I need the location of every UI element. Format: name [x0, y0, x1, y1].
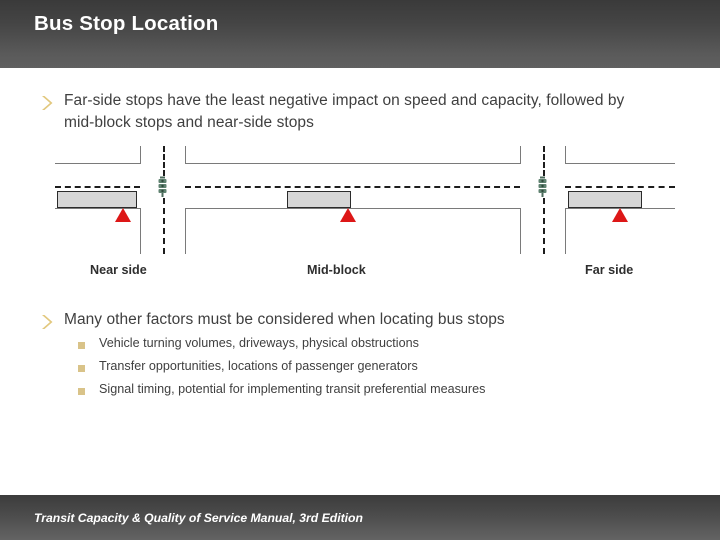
bus-stop-triangle-marker	[340, 208, 356, 222]
cross-street-1-edge-left-bottom	[140, 208, 141, 254]
list-item: Vehicle turning volumes, driveways, phys…	[78, 336, 658, 352]
diagram-label-far-side: Far side	[585, 263, 634, 277]
sub-bullet-text-2: Transfer opportunities, locations of pas…	[99, 359, 418, 374]
main-street-centerline-mid	[185, 186, 520, 188]
cross-street-1-centerline-top	[163, 146, 165, 176]
cross-street-1-edge-right-bottom	[185, 208, 186, 254]
bus-stop-triangle-marker	[115, 208, 131, 222]
sub-bullet-list: Vehicle turning volumes, driveways, phys…	[78, 336, 658, 406]
cross-street-2-centerline-bottom	[543, 198, 545, 254]
square-bullet-icon	[78, 342, 85, 349]
diagram-label-mid-block: Mid-block	[307, 263, 366, 277]
cross-street-1-edge-left-top	[140, 146, 141, 164]
chevron-right-icon	[38, 312, 56, 332]
road-edge-top-midblock	[185, 163, 520, 164]
slide-header: Bus Stop Location	[0, 0, 720, 68]
chevron-right-icon	[38, 93, 56, 113]
bus-stop-triangle-marker	[612, 208, 628, 222]
cross-street-2-edge-left-bottom	[520, 208, 521, 254]
bus-vehicle-box	[568, 191, 642, 208]
bullet-text-2: Many other factors must be considered wh…	[64, 311, 505, 328]
page-title: Bus Stop Location	[34, 12, 219, 35]
footer-citation: Transit Capacity & Quality of Service Ma…	[34, 511, 363, 525]
bullet-item-1: Far-side stops have the least negative i…	[38, 90, 638, 134]
square-bullet-icon	[78, 388, 85, 396]
cross-street-2-centerline-top	[543, 146, 545, 176]
main-street-centerline-far	[565, 186, 675, 188]
main-street-centerline-near	[55, 186, 140, 188]
bullet-item-2: Many other factors must be considered wh…	[38, 309, 648, 331]
traffic-signal-icon	[536, 176, 549, 198]
road-edge-top-far-right	[565, 163, 675, 164]
traffic-signal-icon	[156, 176, 169, 198]
bus-stop-location-diagram: Near side Mid-block Far side	[55, 146, 675, 291]
bullet-text-1: Far-side stops have the least negative i…	[64, 92, 625, 131]
slide-body: Far-side stops have the least negative i…	[0, 68, 720, 495]
bus-vehicle-box	[57, 191, 137, 208]
diagram-label-near-side: Near side	[90, 263, 147, 277]
bus-vehicle-box	[287, 191, 351, 208]
square-bullet-icon	[78, 365, 85, 373]
cross-street-2-edge-left-top	[520, 146, 521, 164]
sub-bullet-text-1: Vehicle turning volumes, driveways, phys…	[99, 336, 419, 350]
road-edge-top-near-left	[55, 163, 140, 164]
list-item: Transfer opportunities, locations of pas…	[78, 359, 658, 375]
list-item: Signal timing, potential for implementin…	[78, 382, 658, 398]
cross-street-2-edge-right-top	[565, 146, 566, 164]
sub-bullet-text-3: Signal timing, potential for implementin…	[99, 382, 486, 397]
cross-street-1-centerline-bottom	[163, 198, 165, 254]
slide-footer: Transit Capacity & Quality of Service Ma…	[0, 495, 720, 540]
cross-street-2-edge-right-bottom	[565, 208, 566, 254]
cross-street-1-edge-right-top	[185, 146, 186, 164]
